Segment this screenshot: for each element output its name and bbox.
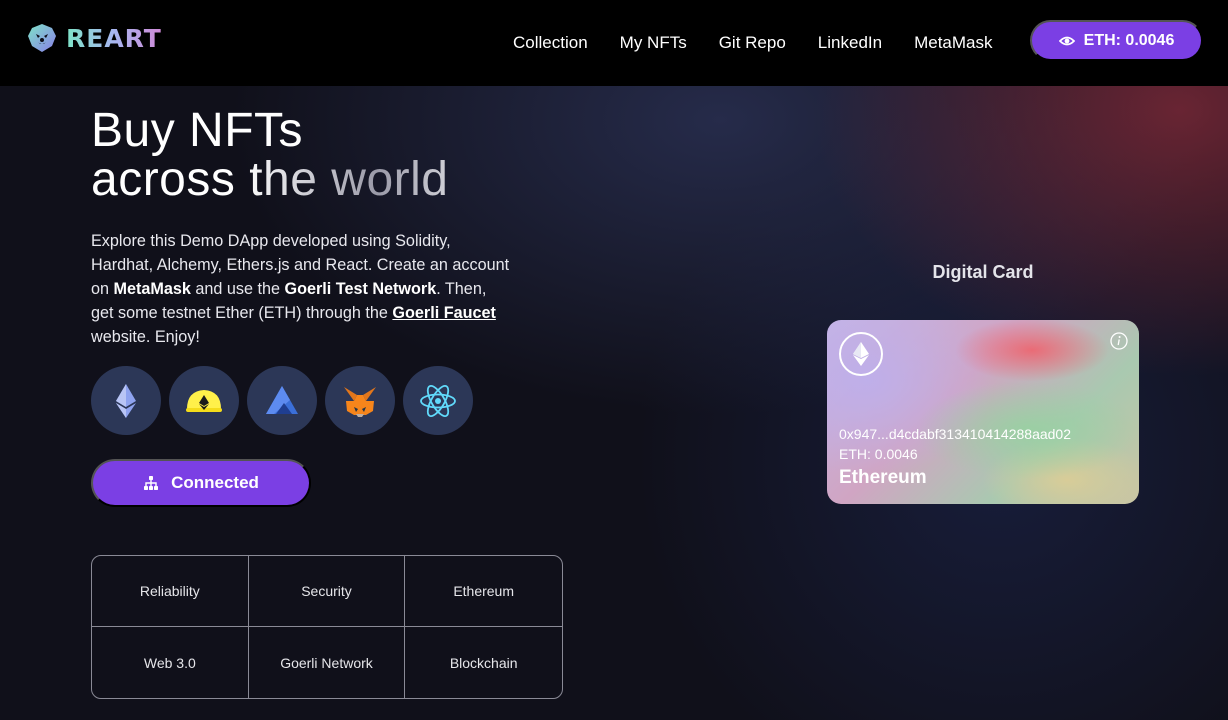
nav-links: Collection My NFTs Git Repo LinkedIn Met… <box>513 0 993 86</box>
feature-security: Security <box>248 556 406 627</box>
hero-title-line2: across the world <box>91 153 449 206</box>
hero-title: Buy NFTs across the world <box>91 106 448 204</box>
metamask-icon <box>325 366 395 435</box>
alchemy-icon <box>247 366 317 435</box>
card-ethereum-icon <box>839 332 883 376</box>
desc-text: website. Enjoy! <box>91 328 200 346</box>
network-icon <box>144 476 159 490</box>
lion-logo-icon <box>28 24 56 52</box>
card-balance: ETH: 0.0046 <box>839 446 918 462</box>
card-wallet-address: 0x947...d4cdabf313410414288aad02 <box>839 426 1071 442</box>
ethereum-icon <box>91 366 161 435</box>
react-icon <box>403 366 473 435</box>
eth-balance-button[interactable]: ETH: 0.0046 <box>1030 20 1203 61</box>
nav-link-my-nfts[interactable]: My NFTs <box>620 33 687 53</box>
metamask-text: MetaMask <box>113 280 191 298</box>
feature-ethereum: Ethereum <box>405 556 562 627</box>
nav-link-collection[interactable]: Collection <box>513 33 588 53</box>
nav-link-metamask[interactable]: MetaMask <box>914 33 992 53</box>
navbar: REART Collection My NFTs Git Repo Linked… <box>0 0 1228 86</box>
feature-reliability: Reliability <box>92 556 249 627</box>
digital-card: 0x947...d4cdabf313410414288aad02 ETH: 0.… <box>827 320 1139 504</box>
feature-blockchain: Blockchain <box>449 654 518 671</box>
brand-name: REART <box>66 23 162 53</box>
goerli-faucet-link[interactable]: Goerli Faucet <box>392 304 495 322</box>
connect-wallet-button[interactable]: Connected <box>91 459 311 507</box>
hero-title-line1: Buy NFTs <box>91 104 304 157</box>
tech-stack-icons <box>91 366 473 435</box>
desc-text: and use the <box>190 280 285 298</box>
nav-link-git-repo[interactable]: Git Repo <box>719 33 786 53</box>
hero-description: Explore this Demo DApp developed using S… <box>91 229 511 349</box>
goerli-network-text: Goerli Test Network <box>284 280 437 298</box>
info-icon[interactable] <box>1110 332 1128 350</box>
brand-logo[interactable]: REART <box>26 22 162 54</box>
feature-grid: Reliability Security Ethereum Web 3.0 Go… <box>91 555 563 699</box>
connect-button-label: Connected <box>171 473 259 492</box>
feature-web3: Web 3.0 <box>92 627 249 698</box>
eth-balance-label: ETH: 0.0046 <box>1083 31 1175 49</box>
hardhat-icon <box>169 366 239 435</box>
card-network-name: Ethereum <box>839 467 927 488</box>
digital-card-heading: Digital Card <box>932 262 1034 282</box>
nav-link-linkedin[interactable]: LinkedIn <box>818 33 882 53</box>
feature-goerli-network: Goerli Network <box>249 627 406 698</box>
eye-icon <box>1058 36 1075 45</box>
